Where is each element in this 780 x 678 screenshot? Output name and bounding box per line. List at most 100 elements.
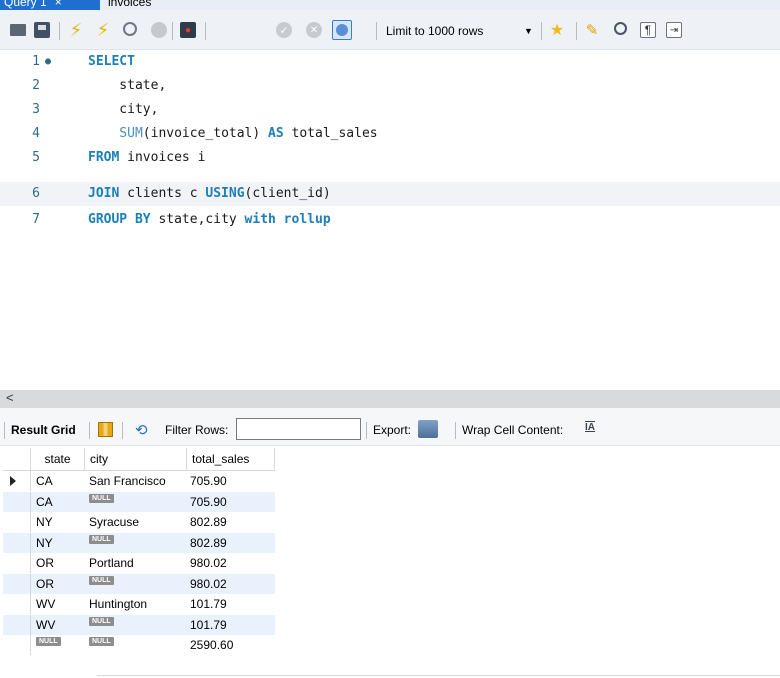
code-line-6: 6 JOIN clients c USING(client_id) (0, 182, 780, 206)
state-cell[interactable]: WV (36, 594, 86, 614)
code-text: (client_id) (244, 186, 331, 201)
state-cell[interactable]: NY (36, 533, 86, 553)
keyword: USING (205, 186, 245, 201)
keyword: SELECT (88, 54, 135, 69)
rollback-icon[interactable]: ✕ (306, 22, 322, 38)
total-sales-cell[interactable]: 705.90 (190, 471, 275, 491)
row-header[interactable] (3, 491, 31, 512)
keyword: GROUP BY (88, 212, 151, 227)
filter-rows-input[interactable] (236, 418, 361, 440)
toolbar-divider (122, 422, 123, 439)
row-header[interactable] (3, 512, 31, 532)
table-row[interactable]: OR NULL 980.02 (3, 573, 275, 594)
result-grid-tab[interactable]: Result Grid (11, 423, 76, 437)
toolbar-divider (89, 422, 90, 439)
code-line-1: 1 ● SELECT (0, 50, 780, 74)
save-icon[interactable] (34, 22, 50, 38)
stop-icon[interactable] (151, 22, 167, 38)
total-sales-cell[interactable]: 101.79 (190, 615, 275, 635)
keyword: JOIN (88, 186, 120, 201)
toolbar-divider (455, 422, 456, 439)
wrap-cell-content-label: Wrap Cell Content: (462, 423, 564, 437)
autocommit-icon[interactable] (332, 20, 352, 40)
commit-icon[interactable]: ✓ (276, 22, 292, 38)
row-header[interactable] (3, 635, 31, 655)
city-cell[interactable]: Syracuse (89, 512, 189, 532)
table-row[interactable]: WV NULL 101.79 (3, 614, 275, 635)
toolbar-divider (59, 22, 60, 40)
total-sales-cell[interactable]: 980.02 (190, 574, 275, 594)
table-row[interactable]: NY Syracuse 802.89 (3, 512, 275, 532)
scroll-left-icon[interactable]: < (6, 390, 14, 406)
export-icon[interactable] (418, 420, 438, 438)
city-cell[interactable]: NULL (89, 533, 189, 553)
grid-view-icon[interactable] (98, 422, 113, 437)
state-cell[interactable]: WV (36, 615, 86, 635)
city-cell[interactable]: Portland (89, 553, 189, 573)
statement-marker-icon: ● (45, 56, 52, 67)
execute-current-icon[interactable]: ⚡ (95, 20, 111, 40)
filter-rows-label: Filter Rows: (165, 423, 229, 437)
total-sales-cell[interactable]: 980.02 (190, 553, 275, 573)
state-cell[interactable]: CA (36, 492, 86, 512)
toggle-error-icon[interactable]: ● (180, 22, 196, 38)
tab-invoices[interactable]: invoices (100, 0, 170, 10)
column-header-city[interactable]: city (85, 448, 187, 471)
state-cell[interactable]: OR (36, 553, 86, 573)
city-cell[interactable]: Huntington (89, 594, 189, 614)
state-cell[interactable]: NY (36, 512, 86, 532)
row-header[interactable] (3, 573, 31, 594)
row-header[interactable] (3, 471, 31, 491)
chevron-down-icon[interactable]: ▼ (524, 22, 533, 40)
wrap-lines-icon[interactable]: ⇥ (666, 22, 682, 38)
tab-query-1[interactable]: Query 1 × (0, 0, 100, 10)
state-cell[interactable]: OR (36, 574, 86, 594)
state-cell[interactable]: NULL (36, 635, 86, 655)
execute-icon[interactable]: ⚡ (68, 20, 84, 40)
explain-icon[interactable] (123, 22, 137, 36)
toolbar-divider (541, 22, 542, 40)
total-sales-cell[interactable]: 2590.60 (190, 635, 275, 655)
keyword: AS (268, 126, 284, 141)
row-header[interactable] (3, 553, 31, 573)
line-number: 4 (32, 126, 40, 141)
table-row[interactable]: CA San Francisco 705.90 (3, 471, 275, 491)
line-number: 5 (32, 150, 40, 165)
wrap-cell-icon[interactable]: IA (585, 422, 595, 433)
sql-editor[interactable]: 1 ● SELECT 2 state, 3 city, 4 SUM(invoic… (0, 50, 780, 390)
column-header-state[interactable]: state (31, 448, 85, 471)
total-sales-cell[interactable]: 802.89 (190, 533, 275, 553)
city-cell[interactable]: NULL (89, 635, 189, 655)
state-cell[interactable]: CA (36, 471, 86, 491)
row-header[interactable] (3, 614, 31, 635)
beautify-icon[interactable]: ✎ (584, 22, 600, 39)
open-folder-icon[interactable] (10, 24, 26, 36)
table-row[interactable]: NY NULL 802.89 (3, 532, 275, 553)
close-icon[interactable]: × (55, 0, 62, 9)
city-cell[interactable]: NULL (89, 492, 189, 512)
table-row[interactable]: WV Huntington 101.79 (3, 594, 275, 614)
toolbar-divider (172, 22, 173, 40)
total-sales-cell[interactable]: 705.90 (190, 492, 275, 512)
pilcrow-icon[interactable]: ¶ (640, 22, 656, 38)
table-row[interactable]: NULL NULL 2590.60 (3, 635, 275, 655)
refresh-icon[interactable]: ⟲ (135, 421, 148, 439)
row-header[interactable] (3, 532, 31, 553)
row-header[interactable] (3, 594, 31, 614)
total-sales-cell[interactable]: 101.79 (190, 594, 275, 614)
line-number: 3 (32, 102, 40, 117)
code-line-4: 4 SUM(invoice_total) AS total_sales (0, 122, 780, 146)
table-row[interactable]: OR Portland 980.02 (3, 553, 275, 573)
search-icon[interactable] (614, 22, 627, 35)
city-cell[interactable]: NULL (89, 615, 189, 635)
code-line-2: 2 state, (0, 74, 780, 98)
add-snippet-icon[interactable]: ★ (549, 22, 565, 39)
keyword: FROM (88, 150, 120, 165)
city-cell[interactable]: San Francisco (89, 471, 189, 491)
city-cell[interactable]: NULL (89, 574, 189, 594)
column-header-total-sales[interactable]: total_sales (187, 448, 275, 471)
total-sales-cell[interactable]: 802.89 (190, 512, 275, 532)
table-row[interactable]: CA NULL 705.90 (3, 491, 275, 512)
horizontal-scrollbar[interactable]: < (0, 390, 780, 408)
limit-rows-select[interactable]: Limit to 1000 rows (386, 22, 483, 40)
